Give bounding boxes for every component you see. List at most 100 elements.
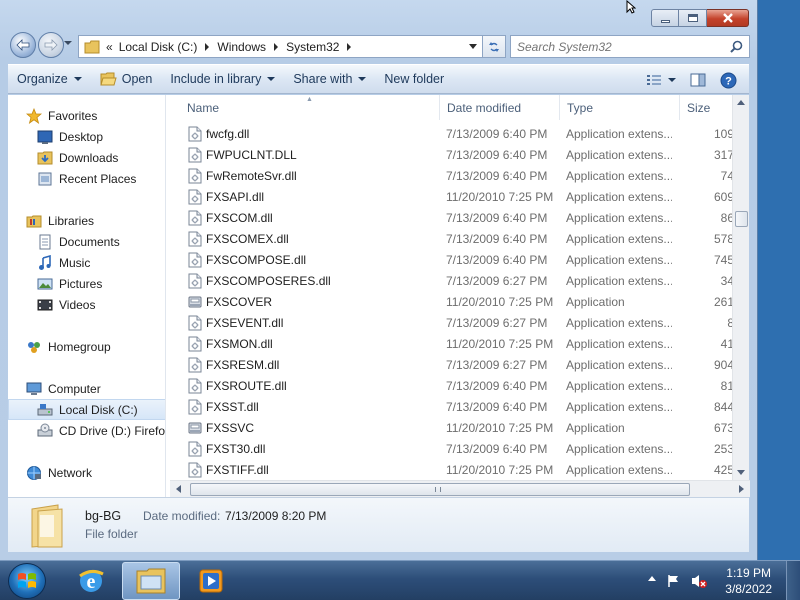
file-row[interactable]: FXSCOM.dll 7/13/2009 6:40 PM Application e… [180,207,740,228]
file-row[interactable]: FXSROUTE.dll 7/13/2009 6:40 PM Application… [180,375,740,396]
file-name: FXSAPI.dll [206,189,265,204]
nav-libraries[interactable]: Libraries [8,210,165,231]
file-name: FXSCOMEX.dll [206,231,289,246]
file-row[interactable]: FXSSVC 11/20/2010 7:25 PM Application 673 [180,417,740,438]
open-folder-icon [100,72,117,86]
address-bar[interactable]: « Local Disk (C:) Windows System32 [78,35,484,58]
breadcrumb-system32[interactable]: System32 [286,40,339,54]
breadcrumb-arrow-icon[interactable] [205,42,210,51]
show-desktop-button[interactable] [786,561,800,600]
horizontal-scrollbar[interactable] [170,480,750,497]
search-input[interactable] [517,39,727,54]
folder-large-icon [31,504,63,548]
show-hidden-icons-button[interactable] [648,576,656,581]
file-row[interactable]: FXSCOMPOSE.dll 7/13/2009 6:40 PM Applicati… [180,249,740,270]
back-button[interactable] [10,32,36,58]
search-box[interactable] [510,35,750,58]
new-folder-button[interactable]: New folder [375,67,453,91]
nav-local-disk[interactable]: Local Disk (C:) [8,399,165,420]
dll-icon [188,378,202,394]
nav-pictures[interactable]: Pictures [8,273,165,294]
file-date-modified: 7/13/2009 6:40 PM [446,441,548,456]
file-row[interactable]: FwRemoteSvr.dll 7/13/2009 6:40 PM Applicat… [180,165,740,186]
scroll-up-arrow-icon[interactable] [737,100,745,105]
taskbar-windows-explorer[interactable] [122,562,180,600]
file-row[interactable]: FXSAPI.dll 11/20/2010 7:25 PM Application … [180,186,740,207]
file-date-modified: 7/13/2009 6:40 PM [446,147,548,162]
forward-button[interactable] [38,32,64,58]
scroll-down-arrow-icon[interactable] [737,470,745,475]
taskbar-clock[interactable]: 1:19 PM 3/8/2022 [725,565,772,597]
breadcrumb-windows[interactable]: Windows [217,40,266,54]
file-date-modified: 11/20/2010 7:25 PM [446,420,554,435]
organize-menu[interactable]: Organize [8,67,91,91]
nav-homegroup[interactable]: Homegroup [8,336,165,357]
action-center-flag-icon[interactable] [666,573,682,589]
volume-muted-icon[interactable] [690,573,708,589]
open-button[interactable]: Open [91,67,162,91]
file-row[interactable]: FXSCOMPOSERES.dll 7/13/2009 6:27 PM Applic… [180,270,740,291]
change-view-button[interactable] [640,68,682,92]
file-row[interactable]: FXSTIFF.dll 11/20/2010 7:25 PM Application… [180,459,740,480]
address-history-dropdown[interactable] [469,44,477,49]
column-date-label: Date modified [447,100,522,115]
taskbar-media-player[interactable] [182,562,240,600]
breadcrumb-arrow-icon[interactable] [347,42,352,51]
scroll-left-arrow-icon[interactable] [176,485,181,493]
share-with-label: Share with [293,72,353,86]
maximize-button[interactable] [679,9,707,27]
nav-documents[interactable]: Documents [8,231,165,252]
column-header-date[interactable]: Date modified [440,95,560,120]
column-header-size[interactable]: Size [680,95,740,120]
file-name: FXSEVENT.dll [206,315,284,330]
nav-videos-label: Videos [59,297,96,312]
breadcrumb-arrow-icon[interactable] [274,42,279,51]
preview-pane-button[interactable] [682,68,714,92]
file-row[interactable]: fwcfg.dll 7/13/2009 6:40 PM Application ex… [180,123,740,144]
homegroup-icon [28,341,40,353]
file-row[interactable]: FXSCOMEX.dll 7/13/2009 6:40 PM Application… [180,228,740,249]
nav-computer[interactable]: Computer [8,378,165,399]
recent-pages-dropdown[interactable] [64,41,72,45]
minimize-button[interactable] [651,9,679,27]
nav-downloads[interactable]: Downloads [8,147,165,168]
nav-videos[interactable]: Videos [8,294,165,315]
address-overflow[interactable]: « [106,40,113,54]
refresh-button[interactable] [482,35,506,58]
vertical-scroll-thumb[interactable] [735,211,748,227]
horizontal-scroll-thumb[interactable] [190,483,690,496]
share-with-menu[interactable]: Share with [284,67,375,91]
file-row[interactable]: FXSST.dll 7/13/2009 6:40 PM Application ex… [180,396,740,417]
dll-icon [188,231,202,247]
help-button[interactable]: ? [714,68,743,92]
file-row[interactable]: FXSRESM.dll 7/13/2009 6:27 PM Application … [180,354,740,375]
nav-network[interactable]: Network [8,462,165,483]
network-icon [27,465,41,480]
file-row[interactable]: FXST30.dll 7/13/2009 6:40 PM Application e… [180,438,740,459]
file-row[interactable]: FXSEVENT.dll 7/13/2009 6:27 PM Application… [180,312,740,333]
nav-cd-drive[interactable]: CD Drive (D:) Firefox [8,420,165,441]
include-in-library-menu[interactable]: Include in library [161,67,284,91]
start-button[interactable] [8,563,46,599]
scroll-right-arrow-icon[interactable] [739,485,744,493]
nav-desktop[interactable]: Desktop [8,126,165,147]
close-button[interactable] [707,9,749,27]
taskbar-internet-explorer[interactable]: e [62,562,120,600]
help-icon: ? [720,72,737,88]
file-row[interactable]: FXSMON.dll 11/20/2010 7:25 PM Application … [180,333,740,354]
vertical-scrollbar[interactable] [732,95,749,480]
file-type: Application [566,420,625,435]
search-icon[interactable] [730,40,743,53]
scroll-grip-icon [435,487,441,492]
nav-music[interactable]: Music [8,252,165,273]
nav-favorites[interactable]: Favorites [8,105,165,126]
file-row[interactable]: FXSCOVER 11/20/2010 7:25 PM Application 261 [180,291,740,312]
chevron-down-icon[interactable] [668,78,676,82]
videos-icon [37,299,53,310]
column-header-type[interactable]: Type [560,95,680,120]
nav-recent-places[interactable]: Recent Places [8,168,165,189]
file-row[interactable]: FWPUCLNT.DLL 7/13/2009 6:40 PM Application… [180,144,740,165]
breadcrumb-local-disk[interactable]: Local Disk (C:) [119,40,198,54]
file-date-modified: 7/13/2009 6:27 PM [446,315,548,330]
file-size: 673 [713,420,734,435]
